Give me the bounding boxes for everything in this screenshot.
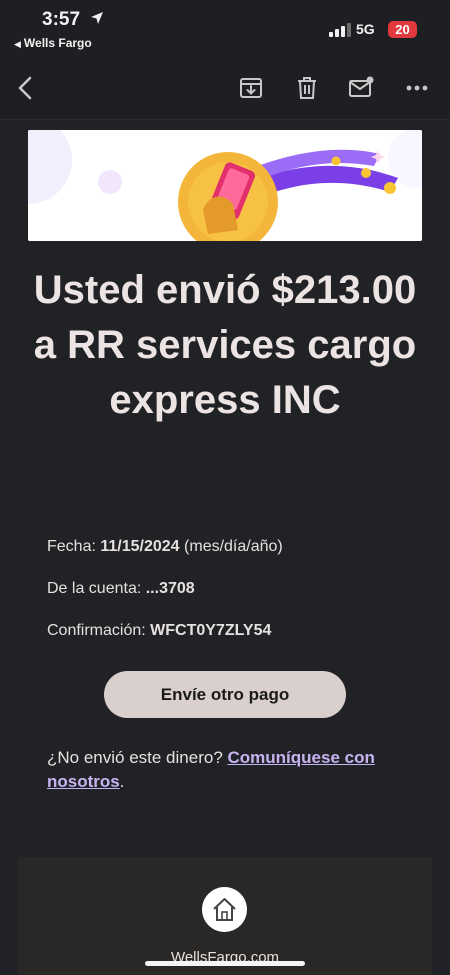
archive-icon[interactable] — [237, 74, 265, 102]
status-time: 3:57 — [42, 9, 81, 30]
network-type: 5G — [356, 21, 375, 37]
send-another-payment-button[interactable]: Envíe otro pago — [104, 671, 346, 718]
status-bar: 3:57 ◀ Wells Fargo 5G 20 — [0, 0, 450, 56]
banner-illustration — [28, 130, 422, 241]
email-footer: WellsFargo.com — [18, 857, 432, 975]
date-format: (mes/día/año) — [184, 538, 283, 555]
account-label: De la cuenta: — [47, 580, 142, 597]
cellular-signal-icon — [329, 23, 351, 37]
more-icon[interactable] — [403, 74, 431, 102]
email-body: Usted envió $213.00 a RR services cargo … — [0, 121, 450, 975]
confirmation-row: Confirmación: WFCT0Y7ZLY54 — [47, 622, 417, 664]
date-row: Fecha: 11/15/2024 (mes/día/año) — [47, 538, 417, 580]
mark-unread-icon[interactable] — [347, 74, 375, 102]
help-question: ¿No envió este dinero? — [47, 748, 223, 767]
help-text: ¿No envió este dinero? Comuníquese con n… — [47, 746, 417, 794]
confirmation-label: Confirmación: — [47, 622, 146, 639]
back-to-app[interactable]: ◀ Wells Fargo — [14, 36, 92, 50]
email-toolbar — [0, 56, 450, 120]
account-value: ...3708 — [145, 580, 195, 597]
trash-icon[interactable] — [293, 74, 321, 102]
date-value: 11/15/2024 — [100, 538, 180, 555]
account-row: De la cuenta: ...3708 — [47, 580, 417, 622]
confirmation-value: WFCT0Y7ZLY54 — [150, 622, 272, 639]
back-arrow-icon[interactable] — [12, 74, 40, 102]
help-period: . — [119, 772, 125, 791]
back-triangle-icon: ◀ — [14, 39, 21, 49]
home-indicator — [145, 961, 305, 966]
date-label: Fecha: — [47, 538, 96, 555]
location-arrow-icon — [91, 12, 103, 24]
home-button[interactable] — [202, 887, 247, 932]
headline: Usted envió $213.00 a RR services cargo … — [33, 268, 417, 422]
back-app-label: Wells Fargo — [23, 36, 92, 50]
battery-badge: 20 — [388, 21, 417, 38]
home-icon — [213, 898, 236, 921]
payment-illustration — [28, 130, 422, 241]
transaction-details: Fecha: 11/15/2024 (mes/día/año) De la cu… — [47, 538, 417, 664]
